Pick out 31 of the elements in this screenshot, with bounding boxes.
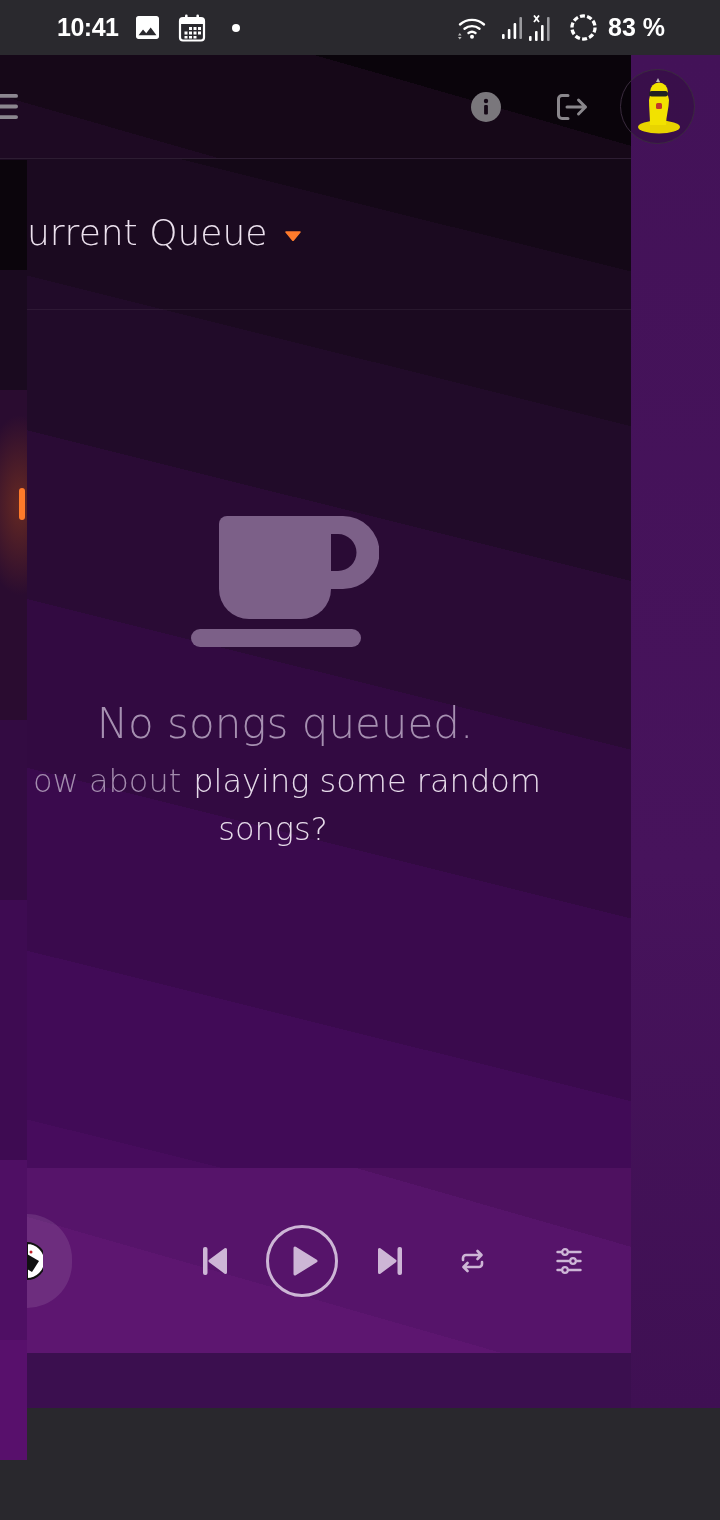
dot-icon	[232, 23, 241, 32]
empty-message: No songs queued.	[96, 699, 474, 749]
play-button[interactable]	[266, 1224, 338, 1297]
indicator-bar	[19, 488, 25, 520]
caret-icon	[285, 231, 302, 241]
battery-icon	[570, 14, 597, 41]
next-button[interactable]	[378, 1246, 402, 1275]
queue-selector[interactable]: urrent Queue	[27, 211, 302, 255]
logout-icon	[557, 93, 588, 120]
image-icon	[136, 16, 160, 39]
menu-button[interactable]	[0, 94, 18, 119]
equalizer-button[interactable]	[556, 1247, 582, 1274]
clock-time: 10:41	[57, 13, 119, 42]
info-button[interactable]	[471, 91, 501, 122]
signal-icon	[502, 16, 522, 39]
battery-level: 83 %	[608, 13, 665, 42]
coffee-cup-icon	[191, 516, 379, 647]
skip-next-icon	[378, 1246, 402, 1275]
random-songs-link[interactable]: playing some random songs?	[193, 757, 565, 853]
sliders-icon	[556, 1247, 582, 1274]
calendar-icon	[178, 13, 207, 42]
no-data-signal-icon	[529, 14, 553, 41]
skip-previous-icon	[203, 1246, 227, 1275]
play-icon	[266, 1224, 338, 1297]
previous-button[interactable]	[203, 1246, 227, 1275]
logout-button[interactable]	[557, 93, 588, 120]
repeat-button[interactable]	[460, 1248, 485, 1273]
info-icon	[471, 91, 501, 122]
hint-text: ow about	[32, 761, 182, 802]
repeat-icon	[460, 1248, 485, 1273]
menu-icon	[0, 94, 18, 119]
